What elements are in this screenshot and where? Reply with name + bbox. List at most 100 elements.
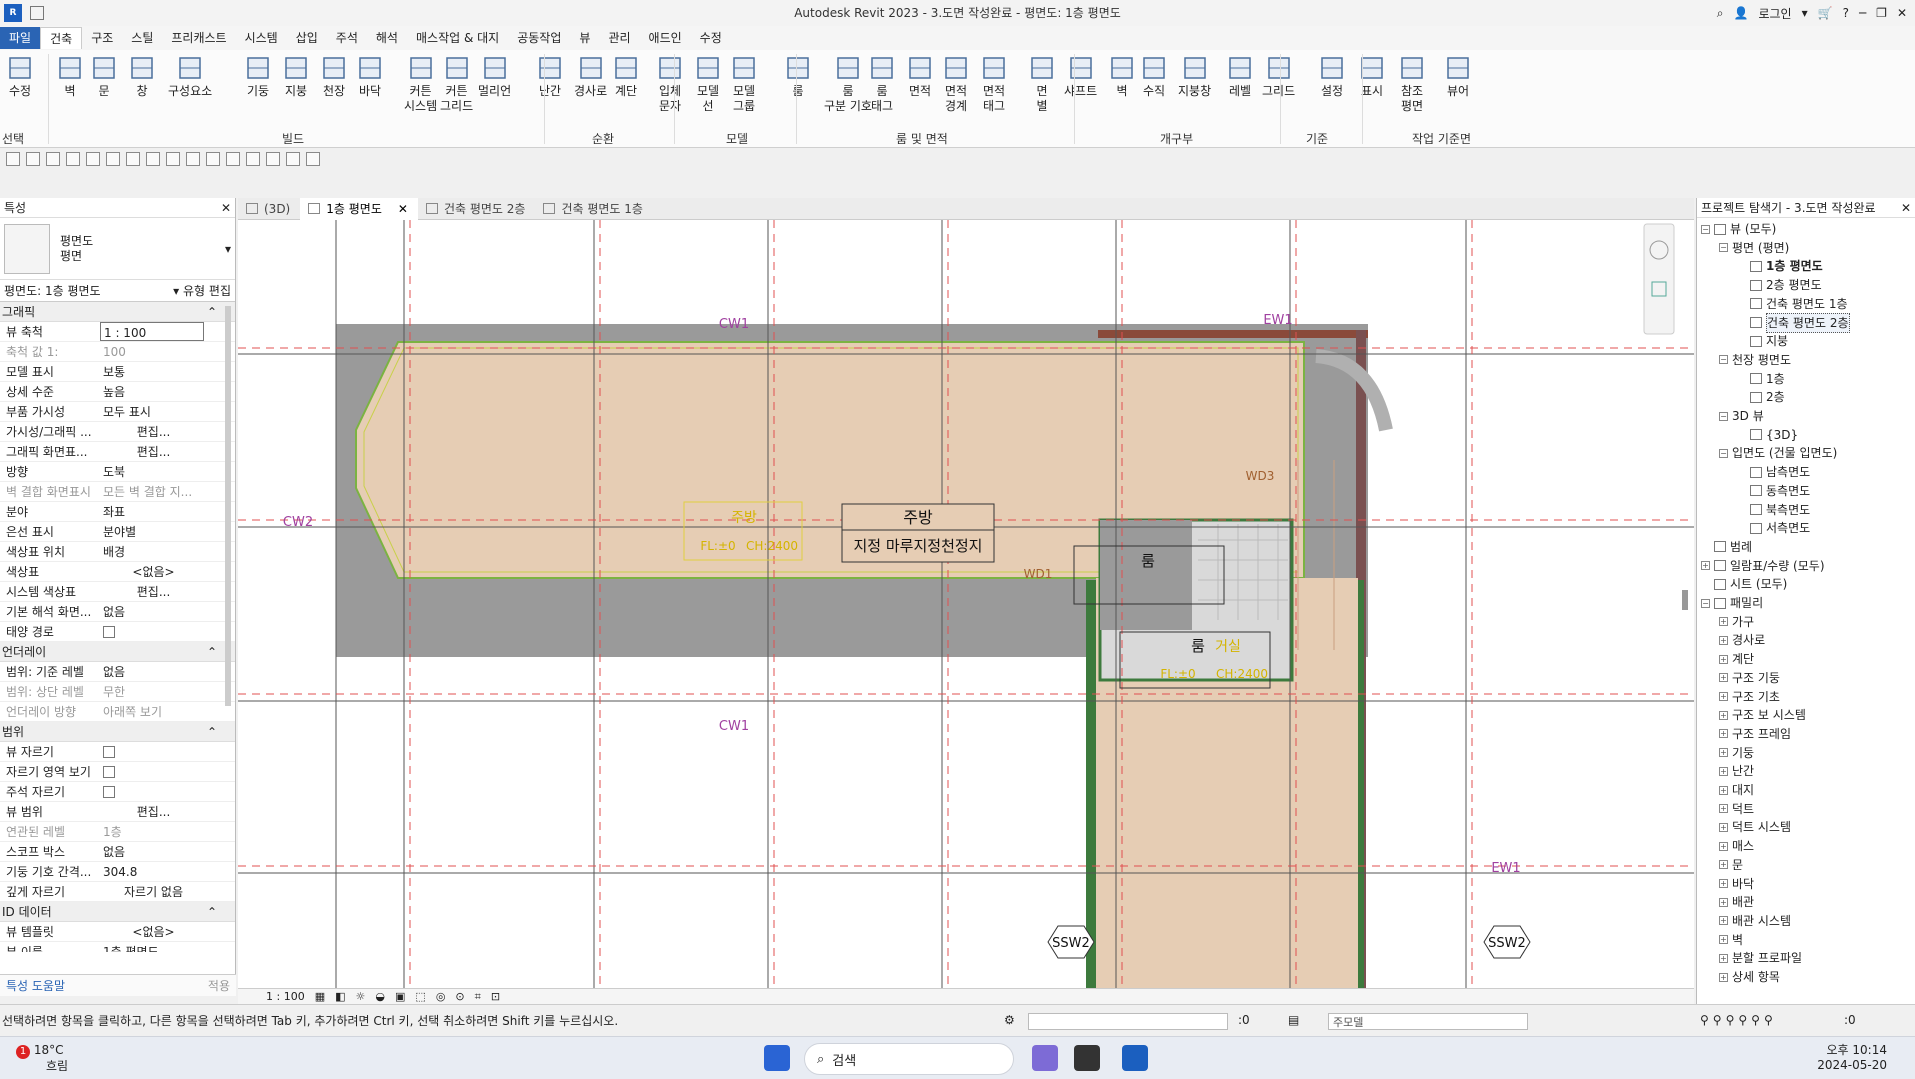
property-group-header[interactable]: ID 데이터 ⌃ bbox=[0, 902, 235, 922]
browser-item[interactable]: + 바닥 bbox=[1719, 875, 1754, 893]
expand-icon[interactable]: + bbox=[1719, 617, 1728, 627]
browser-item[interactable]: 1층 bbox=[1737, 370, 1785, 388]
browser-item[interactable]: 남측면도 bbox=[1737, 463, 1810, 481]
ribbon-tool-model-group-icon[interactable]: 모델 그룹 bbox=[730, 54, 758, 114]
browser-item[interactable]: 2층 bbox=[1737, 388, 1785, 406]
3d-view-icon[interactable] bbox=[226, 152, 240, 166]
property-value[interactable]: 없음 bbox=[100, 662, 204, 681]
expand-icon[interactable]: + bbox=[1719, 916, 1728, 926]
thin-lines-icon[interactable] bbox=[266, 152, 280, 166]
browser-item[interactable]: 1층 평면도 bbox=[1737, 257, 1823, 275]
worksharing-icon[interactable]: ⚙ bbox=[1004, 1013, 1015, 1027]
browser-item[interactable]: + 경사로 bbox=[1719, 631, 1765, 649]
close-icon[interactable]: ✕ bbox=[221, 201, 231, 215]
user-icon[interactable]: 👤 bbox=[1734, 6, 1749, 20]
collapse-icon[interactable]: − bbox=[1701, 224, 1710, 234]
browser-item[interactable]: 동측면도 bbox=[1737, 482, 1810, 500]
property-value[interactable]: 보통 bbox=[100, 362, 204, 381]
edit-type-button[interactable]: ▾ 유형 편집 bbox=[173, 282, 231, 299]
instance-selector-value[interactable]: 평면도: 1층 평면도 bbox=[4, 282, 101, 299]
collapse-icon[interactable]: ⌃ bbox=[207, 642, 217, 661]
wall-tag-ssw2-left[interactable]: SSW2 bbox=[1052, 936, 1090, 951]
property-value[interactable]: 304.8 bbox=[100, 862, 204, 881]
expand-icon[interactable]: + bbox=[1719, 748, 1728, 758]
browser-item[interactable]: + 대지 bbox=[1719, 781, 1754, 799]
expand-icon[interactable]: + bbox=[1719, 935, 1728, 945]
ribbon-tool-window-icon[interactable]: 창 bbox=[128, 54, 156, 99]
browser-item[interactable]: + 일람표/수량 (모두) bbox=[1701, 557, 1825, 575]
clock[interactable]: 오후 10:14 2024-05-20 bbox=[1817, 1043, 1887, 1073]
ribbon-tool-floor-icon[interactable]: 바닥 bbox=[356, 54, 384, 99]
property-value[interactable]: 1 : 100 bbox=[100, 322, 204, 341]
close-tab-icon[interactable]: ✕ bbox=[398, 198, 408, 220]
window-label-wd1[interactable]: WD1 bbox=[1024, 567, 1053, 581]
close-hidden-icon[interactable] bbox=[286, 152, 300, 166]
ribbon-tool-grid-icon[interactable]: 그리드 bbox=[1262, 54, 1295, 99]
tag-icon[interactable] bbox=[186, 152, 200, 166]
ribbon-tool-room-tag-icon[interactable]: 룸 태그 bbox=[868, 54, 896, 114]
browser-item[interactable]: + 분할 프로파일 bbox=[1719, 949, 1802, 967]
browser-item[interactable]: 서측면도 bbox=[1737, 519, 1810, 537]
checkbox[interactable] bbox=[103, 746, 115, 758]
expand-icon[interactable]: + bbox=[1719, 785, 1728, 795]
properties-help-link[interactable]: 특성 도움말 bbox=[6, 977, 65, 994]
expand-icon[interactable]: + bbox=[1719, 710, 1728, 720]
ribbon-tool-component-icon[interactable]: 구성요소 bbox=[168, 54, 212, 99]
ribbon-tool-railing-icon[interactable]: 난간 bbox=[536, 54, 564, 99]
expand-icon[interactable]: + bbox=[1719, 673, 1728, 683]
ribbon-tab[interactable]: 해석 bbox=[367, 27, 407, 49]
ribbon-tool-roof-icon[interactable]: 지붕 bbox=[282, 54, 310, 99]
binoculars-icon[interactable]: ⌕ bbox=[1717, 6, 1724, 21]
property-value[interactable]: <없음> bbox=[100, 922, 204, 941]
browser-item[interactable]: + 덕트 bbox=[1719, 800, 1754, 818]
properties-scrollbar[interactable] bbox=[225, 306, 231, 706]
property-checkbox[interactable] bbox=[100, 762, 204, 781]
ribbon-panel-label[interactable]: 기준 bbox=[1306, 130, 1328, 147]
browser-item[interactable]: + 문 bbox=[1719, 856, 1743, 874]
property-group-header[interactable]: 언더레이 ⌃ bbox=[0, 642, 235, 662]
property-value[interactable]: 높음 bbox=[100, 382, 204, 401]
property-value[interactable]: 없음 bbox=[100, 842, 204, 861]
help-icon[interactable]: ? bbox=[1843, 6, 1849, 20]
analytical-icon[interactable]: ⌗ bbox=[475, 990, 481, 1004]
room-tag-main[interactable]: 주방 bbox=[903, 508, 933, 527]
ribbon-tool-vertical-icon[interactable]: 수직 bbox=[1140, 54, 1168, 99]
expand-icon[interactable]: + bbox=[1719, 654, 1728, 664]
browser-item[interactable]: 건축 평면도 2층 bbox=[1737, 312, 1850, 333]
browser-item[interactable]: 시트 (모두) bbox=[1701, 575, 1787, 593]
ribbon-tab[interactable]: 프리캐스트 bbox=[162, 27, 235, 49]
ribbon-panel-label[interactable]: 룸 및 면적 bbox=[896, 130, 948, 147]
switch-windows-icon[interactable] bbox=[306, 152, 320, 166]
browser-item[interactable]: + 가구 bbox=[1719, 613, 1754, 631]
ribbon-panel-label[interactable]: 선택 bbox=[2, 130, 24, 147]
browser-item[interactable]: −3D 뷰 bbox=[1719, 407, 1764, 425]
room-tag-yellow[interactable]: 주방 bbox=[731, 510, 757, 526]
property-group-header[interactable]: 그래픽 ⌃ bbox=[0, 302, 235, 322]
visual-style-icon[interactable]: ◧ bbox=[335, 990, 345, 1003]
ribbon-tool-level-icon[interactable]: 레벨 bbox=[1226, 54, 1254, 99]
constraints-icon[interactable]: ⊡ bbox=[491, 990, 500, 1003]
browser-item[interactable]: − 패밀리 bbox=[1701, 594, 1763, 612]
ribbon-tool-curtain-system-icon[interactable]: 커튼 시스템 bbox=[404, 54, 437, 114]
vertical-scrollbar[interactable] bbox=[1682, 590, 1688, 610]
browser-item[interactable]: {3D} bbox=[1737, 426, 1798, 444]
expand-icon[interactable]: + bbox=[1719, 804, 1728, 814]
ribbon-panel-label[interactable]: 개구부 bbox=[1160, 130, 1193, 147]
ribbon-tab[interactable]: 매스작업 & 대지 bbox=[407, 27, 508, 49]
revit-logo[interactable]: R bbox=[4, 4, 22, 22]
wall-label-cw1-bottom[interactable]: CW1 bbox=[719, 719, 749, 734]
ribbon-tool-curtain-grid-icon[interactable]: 커튼 그리드 bbox=[440, 54, 473, 114]
property-value[interactable]: <없음> bbox=[100, 562, 204, 581]
close-icon[interactable]: ✕ bbox=[1901, 201, 1911, 215]
apply-button[interactable]: 적용 bbox=[208, 977, 230, 994]
expand-icon[interactable]: + bbox=[1719, 860, 1728, 870]
property-value[interactable]: 편집... bbox=[100, 442, 204, 461]
ribbon-tool-by-face-icon[interactable]: 면 별 bbox=[1028, 54, 1056, 114]
browser-item[interactable]: 범례 bbox=[1701, 538, 1752, 556]
property-value[interactable]: 분야별 bbox=[100, 522, 204, 541]
browser-item[interactable]: + 배관 bbox=[1719, 893, 1754, 911]
wall-label-ew1-top[interactable]: EW1 bbox=[1263, 313, 1292, 328]
ribbon-tool-viewer-icon[interactable]: 뷰어 bbox=[1444, 54, 1472, 99]
browser-item[interactable]: + 구조 보 시스템 bbox=[1719, 706, 1806, 724]
expand-icon[interactable]: + bbox=[1719, 879, 1728, 888]
